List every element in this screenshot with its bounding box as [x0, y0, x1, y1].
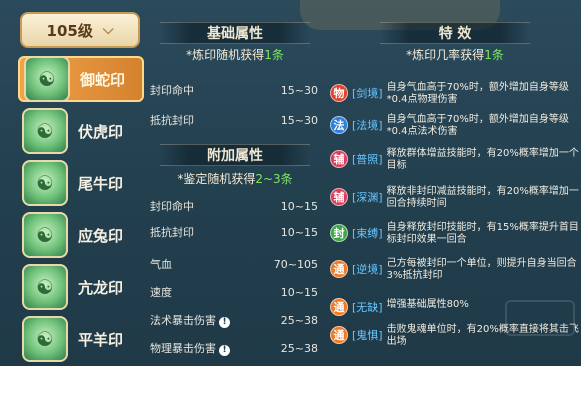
snake-seal-icon: ☯: [24, 56, 70, 102]
support-badge-icon: 辅: [330, 150, 348, 168]
effect-description: 己方每被封印一个单位，则提升自身当回合3%抵抗封印: [386, 258, 577, 281]
effect-description: 自身气血高于70%时，额外增加自身等级*0.4点法术伤害: [386, 114, 569, 137]
ox-seal-icon: ☯: [22, 160, 68, 206]
effect-row: 法 [法境] 自身气血高于70%时，额外增加自身等级*0.4点法术伤害: [330, 114, 580, 138]
general-badge-icon: 通: [330, 260, 348, 278]
attribute-row: 速度 10~15: [150, 282, 318, 302]
attribute-label: 气血: [150, 258, 172, 271]
attribute-row: 物理暴击伤害! 25~38: [150, 338, 318, 358]
basic-attributes-title: 基础属性: [207, 26, 263, 42]
effect-tag: [普照]: [352, 153, 383, 166]
basic-attributes-note: *炼印随机获得1条: [150, 46, 320, 63]
effect-tag: [束缚]: [352, 227, 383, 240]
effect-description: 自身释放封印技能时，有15%概率提升首目标封印效果一回合: [386, 222, 579, 245]
effect-description: 击败鬼魂单位时，有20%概率直接将其击飞出场: [386, 324, 579, 347]
effect-row: 封 [束缚] 自身释放封印技能时，有15%概率提升首目标封印效果一回合: [330, 222, 580, 246]
general-badge-icon: 通: [330, 326, 348, 344]
seal-item-label: 尾牛印: [78, 174, 124, 193]
support-badge-icon: 辅: [330, 188, 348, 206]
attribute-value: 25~38: [280, 313, 318, 327]
effect-row: 通 [逆境] 己方每被封印一个单位，则提升自身当回合3%抵抗封印: [330, 258, 580, 282]
extra-note-highlight: 2~3条: [255, 172, 293, 186]
attribute-row: 封印命中 15~30: [150, 80, 318, 100]
effect-tag: [鬼惧]: [352, 329, 383, 342]
attribute-value: 25~38: [280, 341, 318, 355]
chevron-down-icon: ⌵: [102, 22, 114, 38]
effect-row: 辅 [深渊] 释放非封印减益技能时，有20%概率增加一回合持续时间: [330, 186, 580, 210]
seal-item-label: 平羊印: [78, 330, 124, 349]
effects-note: *炼印几率获得1条: [360, 46, 550, 63]
effect-description: 增强基础属性80%: [386, 299, 469, 310]
seal-item-ox[interactable]: ☯ 尾牛印: [18, 160, 144, 206]
attribute-label: 封印命中: [150, 84, 194, 97]
seal-list: ☯ 御蛇印 ☯ 伏虎印 ☯ 尾牛印 ☯ 应兔印 ☯ 亢龙印 ☯ 平羊印: [18, 56, 144, 366]
attribute-row: 抵抗封印 10~15: [150, 222, 318, 242]
physical-badge-icon: 物: [330, 84, 348, 102]
attribute-value: 70~105: [273, 257, 318, 271]
extra-attributes-title: 附加属性: [207, 148, 263, 164]
effect-row: 通 [无缺] 增强基础属性80%: [330, 296, 580, 316]
attribute-value: 10~15: [280, 225, 318, 239]
attribute-value: 15~30: [280, 83, 318, 97]
general-badge-icon: 通: [330, 298, 348, 316]
seal-item-label: 伏虎印: [78, 122, 124, 141]
attribute-row: 抵抗封印 15~30: [150, 110, 318, 130]
seal-badge-icon: 封: [330, 224, 348, 242]
attribute-row: 气血 70~105: [150, 254, 318, 274]
effect-description: 释放非封印减益技能时，有20%概率增加一回合持续时间: [386, 186, 579, 209]
effect-row: 辅 [普照] 释放群体增益技能时，有20%概率增加一个目标: [330, 148, 580, 172]
attribute-row: 封印命中 10~15: [150, 196, 318, 216]
attribute-label: 抵抗封印: [150, 114, 194, 127]
attribute-label: 封印命中: [150, 200, 194, 213]
effects-title: 特 效: [438, 26, 472, 42]
extra-attributes-note: *鉴定随机获得2~3条: [150, 170, 320, 187]
seal-item-rabbit[interactable]: ☯ 应兔印: [18, 212, 144, 258]
attribute-value: 15~30: [280, 113, 318, 127]
attribute-label: 抵抗封印: [150, 226, 194, 239]
basic-note-highlight: 1条: [264, 48, 284, 62]
game-panel: 105级 ⌵ ☯ 御蛇印 ☯ 伏虎印 ☯ 尾牛印 ☯ 应兔印 ☯ 亢龙印 ☯ 平…: [0, 0, 581, 366]
effect-tag: [无缺]: [352, 301, 383, 314]
effect-tag: [剑境]: [352, 87, 383, 100]
effect-tag: [法境]: [352, 119, 383, 132]
goat-seal-icon: ☯: [22, 316, 68, 362]
attribute-label: 速度: [150, 286, 172, 299]
effect-row: 通 [鬼惧] 击败鬼魂单位时，有20%概率直接将其击飞出场: [330, 324, 580, 348]
effects-header: 特 效: [380, 22, 530, 44]
extra-note-prefix: *鉴定随机获得: [177, 172, 256, 186]
level-dropdown[interactable]: 105级 ⌵: [20, 12, 140, 48]
magic-badge-icon: 法: [330, 116, 348, 134]
info-icon[interactable]: !: [219, 317, 230, 328]
basic-attributes-header: 基础属性: [160, 22, 310, 44]
attribute-value: 10~15: [280, 199, 318, 213]
effect-tag: [深渊]: [352, 191, 383, 204]
rabbit-seal-icon: ☯: [22, 212, 68, 258]
effect-description: 释放群体增益技能时，有20%概率增加一个目标: [386, 148, 579, 171]
seal-item-dragon[interactable]: ☯ 亢龙印: [18, 264, 144, 310]
attribute-label: 法术暴击伤害: [150, 314, 216, 327]
dragon-seal-icon: ☯: [22, 264, 68, 310]
attribute-label: 物理暴击伤害: [150, 342, 216, 355]
attribute-row: 法术暴击伤害! 25~38: [150, 310, 318, 330]
effects-note-prefix: *炼印几率获得: [406, 48, 485, 62]
info-icon[interactable]: !: [219, 345, 230, 356]
effect-tag: [逆境]: [352, 263, 383, 276]
seal-item-snake[interactable]: ☯ 御蛇印: [18, 56, 144, 102]
effect-description: 自身气血高于70%时，额外增加自身等级*0.4点物理伤害: [386, 82, 569, 105]
tiger-seal-icon: ☯: [22, 108, 68, 154]
effect-row: 物 [剑境] 自身气血高于70%时，额外增加自身等级*0.4点物理伤害: [330, 82, 580, 106]
seal-item-label: 御蛇印: [80, 70, 126, 89]
effects-note-highlight: 1条: [484, 48, 504, 62]
extra-attributes-header: 附加属性: [160, 144, 310, 166]
attribute-value: 10~15: [280, 285, 318, 299]
seal-item-tiger[interactable]: ☯ 伏虎印: [18, 108, 144, 154]
seal-item-goat[interactable]: ☯ 平羊印: [18, 316, 144, 362]
seal-item-label: 应兔印: [78, 226, 124, 245]
level-dropdown-value: 105级: [46, 21, 93, 40]
basic-note-prefix: *炼印随机获得: [186, 48, 265, 62]
seal-item-label: 亢龙印: [78, 278, 124, 297]
